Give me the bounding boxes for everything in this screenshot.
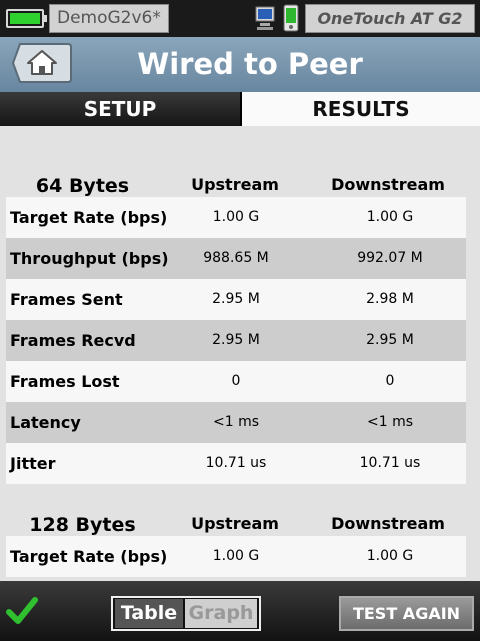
downstream-value: <1 ms	[366, 414, 414, 430]
downstream-value: 2.95 M	[366, 332, 414, 348]
row-label: Latency	[10, 413, 81, 432]
downstream-value: 992.07 M	[357, 250, 423, 266]
results-section-128: 128 Bytes Upstream Downstream Target Rat…	[0, 484, 480, 577]
row-label: Throughput (bps)	[10, 249, 169, 268]
upstream-value: 988.65 M	[203, 250, 269, 266]
view-toggle: Table Graph	[111, 596, 261, 631]
table-row: Frames Recvd 2.95 M 2.95 M	[6, 320, 466, 361]
product-name[interactable]: OneTouch AT G2	[305, 4, 475, 33]
table-row: Throughput (bps) 988.65 M 992.07 M	[6, 238, 466, 279]
status-bar: DemoG2v6* OneTouch AT G2	[0, 0, 480, 37]
upstream-value: 1.00 G	[212, 548, 260, 564]
frame-size-label: 64 Bytes	[35, 175, 130, 197]
downstream-value: 1.00 G	[366, 209, 414, 225]
upstream-value: 0	[231, 373, 241, 389]
column-header-upstream: Upstream	[191, 514, 279, 533]
battery-icon	[6, 9, 47, 28]
upstream-value: 1.00 G	[212, 209, 260, 225]
downstream-value: 1.00 G	[366, 548, 414, 564]
table-row: Frames Lost 0 0	[6, 361, 466, 402]
table-row: Jitter 10.71 us 10.71 us	[6, 443, 466, 484]
section-header: 128 Bytes Upstream Downstream	[0, 484, 480, 536]
page-title: Wired to Peer	[137, 47, 363, 81]
results-table[interactable]: 64 Bytes Upstream Downstream Target Rate…	[0, 126, 480, 581]
graph-view-button[interactable]: Graph	[185, 599, 257, 628]
profile-name[interactable]: DemoG2v6*	[49, 4, 169, 33]
downstream-value: 10.71 us	[359, 455, 421, 471]
mobile-device-icon[interactable]	[283, 4, 299, 32]
upstream-value: 2.95 M	[212, 332, 260, 348]
column-header-downstream: Downstream	[331, 175, 445, 194]
checkmark-icon	[6, 597, 38, 624]
upstream-value: <1 ms	[212, 414, 260, 430]
row-label: Jitter	[10, 454, 56, 473]
column-header-downstream: Downstream	[331, 514, 445, 533]
row-label: Target Rate (bps)	[10, 547, 168, 566]
bottom-toolbar: Table Graph TEST AGAIN	[0, 581, 480, 641]
remote-pc-icon[interactable]	[254, 4, 276, 32]
row-label: Frames Sent	[10, 290, 123, 309]
section-header: 64 Bytes Upstream Downstream	[0, 126, 480, 197]
results-section-64: 64 Bytes Upstream Downstream Target Rate…	[0, 126, 480, 484]
tab-results[interactable]: RESULTS	[242, 92, 480, 126]
test-again-button[interactable]: TEST AGAIN	[339, 596, 474, 631]
row-label: Frames Lost	[10, 372, 120, 391]
row-label: Target Rate (bps)	[10, 208, 168, 227]
home-icon[interactable]	[12, 43, 72, 83]
title-bar: Wired to Peer	[0, 37, 480, 92]
downstream-value: 0	[385, 373, 395, 389]
frame-size-label: 128 Bytes	[29, 514, 136, 536]
table-row: Frames Sent 2.95 M 2.98 M	[6, 279, 466, 320]
tab-setup[interactable]: SETUP	[0, 92, 240, 126]
row-label: Frames Recvd	[10, 331, 136, 350]
table-row: Target Rate (bps) 1.00 G 1.00 G	[6, 536, 466, 577]
table-view-button[interactable]: Table	[115, 599, 183, 628]
upstream-value: 2.95 M	[212, 291, 260, 307]
tab-bar: SETUP RESULTS	[0, 92, 480, 126]
column-header-upstream: Upstream	[191, 175, 279, 194]
downstream-value: 2.98 M	[366, 291, 414, 307]
upstream-value: 10.71 us	[205, 455, 267, 471]
table-row: Latency <1 ms <1 ms	[6, 402, 466, 443]
table-row: Target Rate (bps) 1.00 G 1.00 G	[6, 197, 466, 238]
